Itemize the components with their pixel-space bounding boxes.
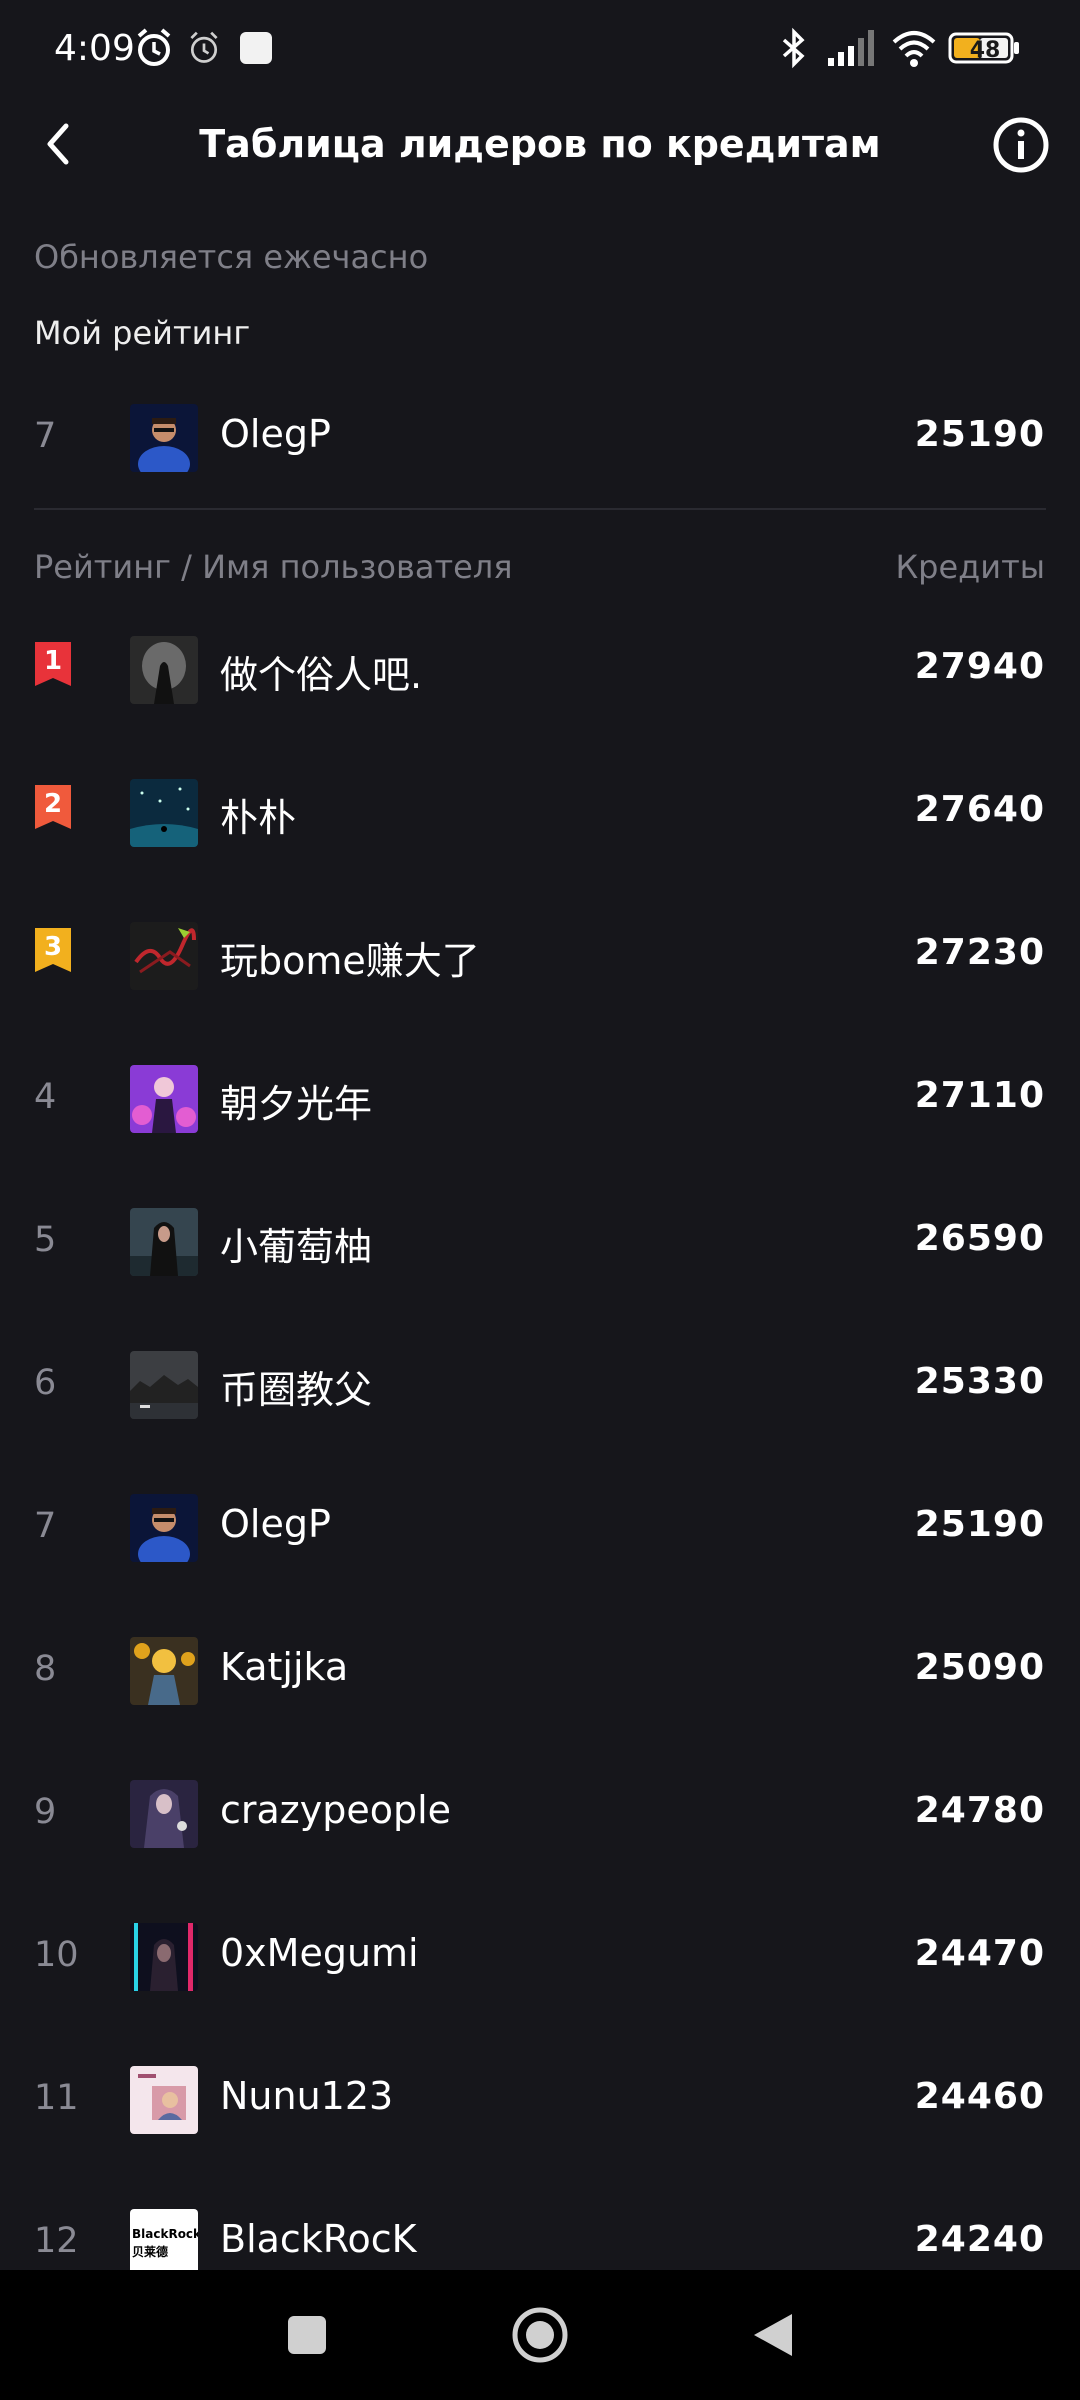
battery-level: 48 — [969, 38, 1001, 63]
credits: 25330 — [914, 1361, 1045, 1402]
status-time: 4:09 — [54, 28, 135, 69]
rank-number: 1 — [43, 646, 63, 676]
avatar — [130, 1351, 198, 1419]
leaderboard-row[interactable]: 5 小葡萄柚 26590 — [0, 1192, 1080, 1292]
my-rank: 7 — [34, 416, 57, 456]
avatar — [130, 922, 198, 990]
divider — [34, 508, 1046, 510]
username: BlackRocK — [220, 2217, 417, 2261]
rank-number: 7 — [34, 1506, 57, 1546]
navigation-bar — [0, 2270, 1080, 2400]
my-rating-label: Мой рейтинг — [34, 314, 251, 352]
blackrock-logo: BlackRock — [132, 2227, 198, 2241]
credits: 27640 — [914, 789, 1045, 830]
credits: 26590 — [914, 1218, 1045, 1259]
rank-number: 3 — [43, 932, 63, 962]
credits: 24240 — [914, 2219, 1045, 2260]
avatar — [130, 636, 198, 704]
recent-apps-icon[interactable] — [272, 2300, 342, 2370]
home-icon[interactable] — [505, 2300, 575, 2370]
my-rating-row[interactable]: 7 OlegP 25190 — [0, 388, 1080, 488]
leaderboard-row[interactable]: 9 crazypeople 24780 — [0, 1764, 1080, 1864]
leaderboard-row[interactable]: 11 Nunu123 24460 — [0, 2050, 1080, 2150]
wifi-icon — [892, 31, 936, 67]
rank-number: 6 — [34, 1363, 57, 1403]
bluetooth-icon — [782, 27, 805, 69]
avatar — [130, 1494, 198, 1562]
username: 朝夕光年 — [220, 1082, 373, 1126]
avatar — [130, 1923, 198, 1991]
leaderboard-row[interactable]: 8 Katjjka 25090 — [0, 1621, 1080, 1721]
header: Таблица лидеров по кредитам — [0, 100, 1080, 194]
credits: 24460 — [914, 2076, 1045, 2117]
back-icon[interactable] — [738, 2300, 808, 2370]
credits: 24470 — [914, 1933, 1045, 1974]
info-icon[interactable] — [990, 114, 1052, 176]
avatar — [130, 779, 198, 847]
rank-number: 12 — [34, 2221, 79, 2261]
leaderboard-row[interactable]: 7 OlegP 25190 — [0, 1478, 1080, 1578]
username: 朴朴 — [220, 796, 297, 840]
username: 币圈教父 — [220, 1368, 373, 1412]
username: 0xMegumi — [220, 1931, 419, 1975]
credits: 25090 — [914, 1647, 1045, 1688]
rank-number: 11 — [34, 2078, 79, 2118]
avatar — [130, 1780, 198, 1848]
signal-icon — [828, 30, 874, 66]
column-header-rank-name: Рейтинг / Имя пользователя — [34, 548, 513, 586]
credits: 25190 — [914, 1504, 1045, 1545]
leaderboard-row[interactable]: 4 朝夕光年 27110 — [0, 1049, 1080, 1149]
username: Katjjka — [220, 1645, 349, 1689]
leaderboard-row[interactable]: 3 玩bome赚大了 27230 — [0, 906, 1080, 1006]
rank-number: 4 — [34, 1077, 57, 1117]
username: 小葡萄柚 — [220, 1225, 373, 1269]
credits: 27940 — [914, 646, 1045, 687]
avatar — [130, 2066, 198, 2134]
column-header-credits: Кредиты — [895, 548, 1045, 586]
leaderboard-row[interactable]: 1 做个俗人吧. 27940 — [0, 620, 1080, 720]
my-credits: 25190 — [914, 414, 1045, 455]
rank-number: 10 — [34, 1935, 79, 1975]
username: Nunu123 — [220, 2074, 394, 2118]
username: crazypeople — [220, 1788, 452, 1832]
leaderboard-row[interactable]: 10 0xMegumi 24470 — [0, 1907, 1080, 2007]
credits: 27110 — [914, 1075, 1045, 1116]
leaderboard-row[interactable]: 2 朴朴 27640 — [0, 763, 1080, 863]
avatar — [130, 1637, 198, 1705]
rank-number: 8 — [34, 1649, 57, 1689]
avatar: BlackRock 贝莱德 — [130, 2209, 198, 2277]
avatar — [130, 404, 198, 472]
rank-number: 9 — [34, 1792, 57, 1832]
avatar — [130, 1208, 198, 1276]
status-bar: 4:09 48 — [0, 0, 1080, 100]
rank-number: 2 — [43, 789, 63, 819]
alarm-icon — [137, 28, 171, 66]
update-note: Обновляется ежечасно — [34, 238, 429, 276]
screen: 4:09 48 Таблица лидеров по кредитам Обно… — [0, 0, 1080, 2400]
credits: 27230 — [914, 932, 1045, 973]
username: OlegP — [220, 1502, 331, 1546]
blackrock-logo-cn: 贝莱德 — [132, 2245, 169, 2259]
rank-number: 5 — [34, 1220, 57, 1260]
leaderboard-row[interactable]: 6 币圈教父 25330 — [0, 1335, 1080, 1435]
credits: 24780 — [914, 1790, 1045, 1831]
alarm-outline-icon — [190, 31, 218, 63]
username: 玩bome赚大了 — [220, 939, 480, 983]
my-username: OlegP — [220, 412, 331, 456]
username: 做个俗人吧. — [220, 653, 423, 697]
page-title: Таблица лидеров по кредитам — [199, 122, 881, 166]
notification-icon — [240, 32, 272, 64]
avatar — [130, 1065, 198, 1133]
